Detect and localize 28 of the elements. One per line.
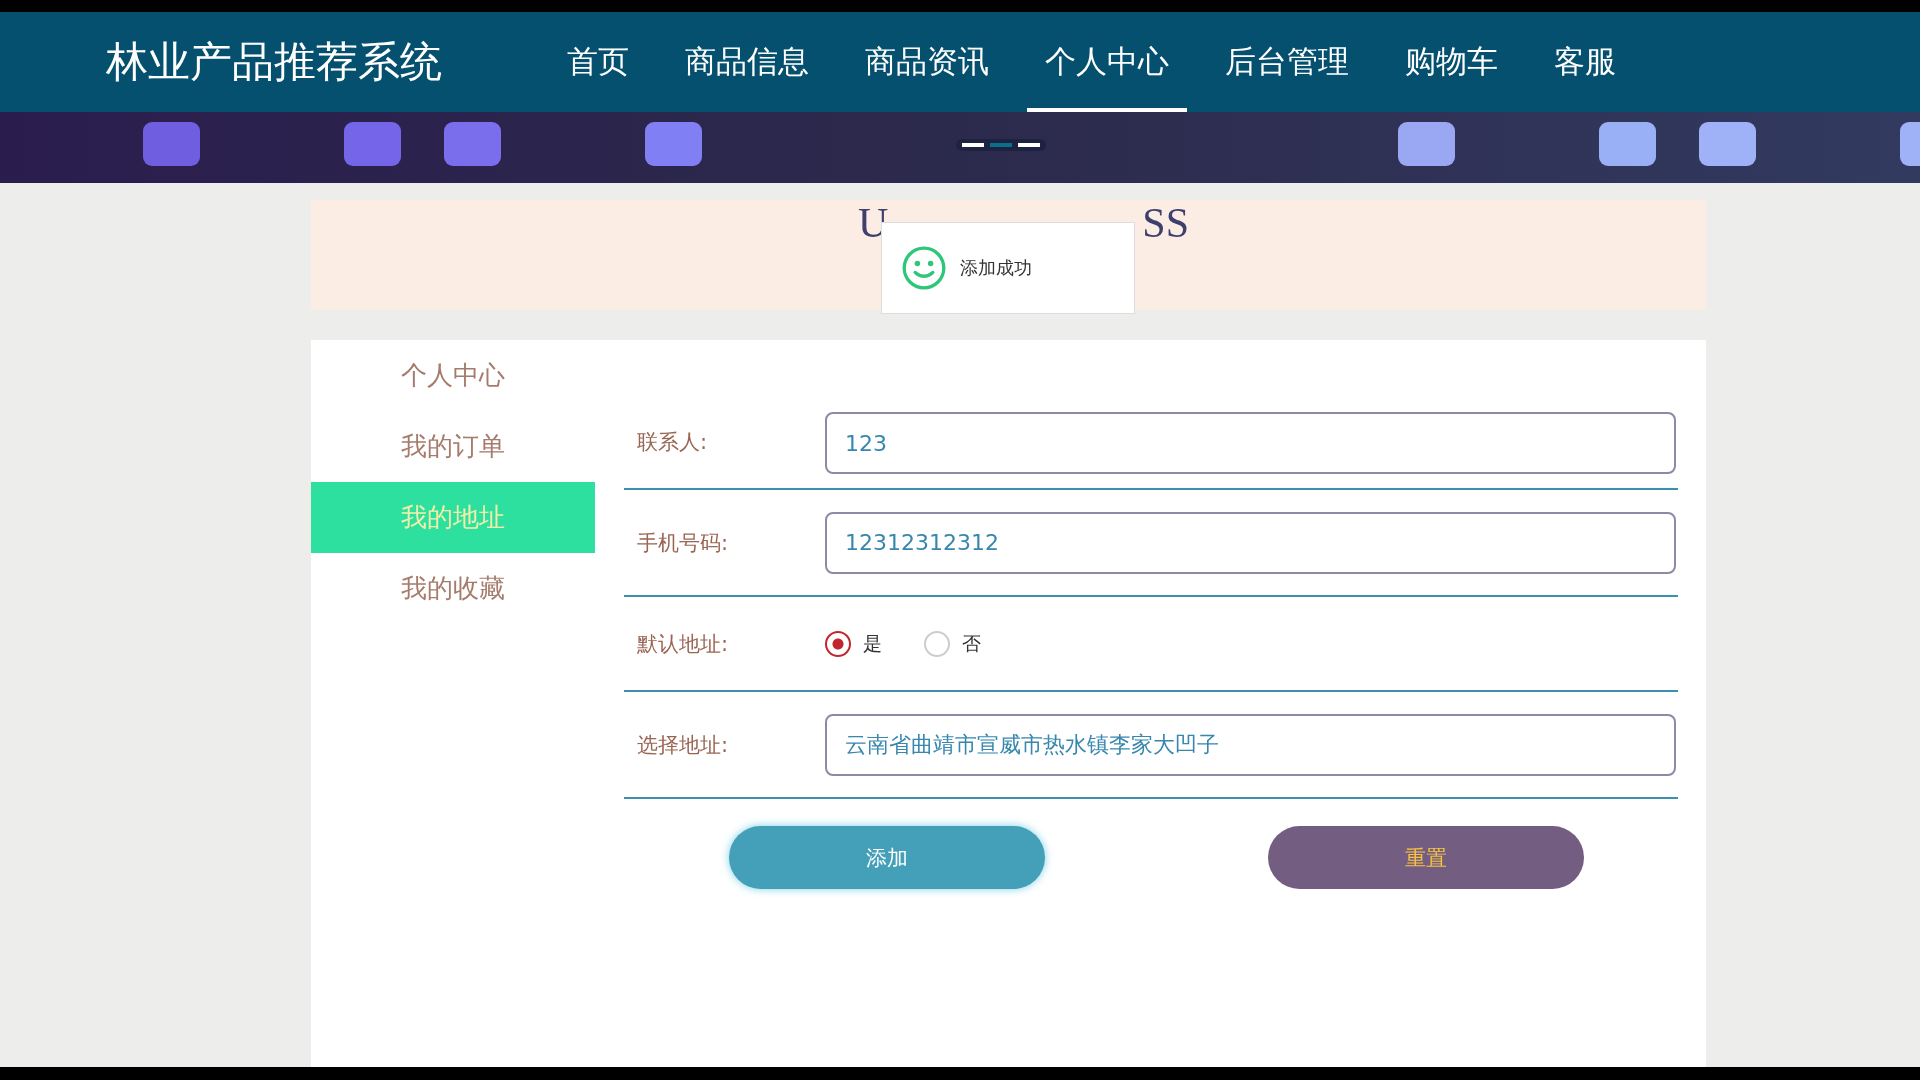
field-label: 联系人: xyxy=(636,429,709,456)
carousel-indicator[interactable] xyxy=(1018,143,1040,147)
field-label: 手机号码: xyxy=(636,529,730,557)
field-label: 选择地址: xyxy=(636,731,730,759)
sidebar-item[interactable]: 我的收藏 xyxy=(311,553,595,624)
toast-message: 添加成功 xyxy=(960,256,1032,280)
input-field[interactable]: 云南省曲靖市宣威市热水镇李家大凹子 xyxy=(825,713,1676,776)
carousel-indicator[interactable] xyxy=(990,143,1012,147)
nav-item[interactable]: 商品资讯 xyxy=(847,12,1007,112)
nav-item[interactable]: 购物车 xyxy=(1387,12,1516,112)
smiley-icon xyxy=(902,246,946,290)
sidebar-item[interactable]: 个人中心 xyxy=(311,340,595,411)
nav-item[interactable]: 客服 xyxy=(1536,12,1634,112)
input-field[interactable]: 123 xyxy=(825,412,1676,474)
site-title: 林业产品推荐系统 xyxy=(106,36,443,88)
radio-label: 是 xyxy=(863,630,882,656)
nav-item[interactable]: 商品信息 xyxy=(667,12,827,112)
nav-item[interactable]: 后台管理 xyxy=(1207,12,1367,112)
sidebar-item[interactable]: 我的订单 xyxy=(311,411,595,482)
nav-item[interactable]: 首页 xyxy=(549,12,647,112)
section-title: SS xyxy=(1142,200,1190,248)
carousel-indicator[interactable] xyxy=(962,143,984,147)
radio-label: 否 xyxy=(962,630,981,656)
add-button[interactable]: 添加 xyxy=(729,826,1045,889)
reset-button[interactable]: 重置 xyxy=(1268,826,1584,889)
field-label: 默认地址: xyxy=(636,630,730,658)
radio-button[interactable] xyxy=(825,630,851,657)
input-field[interactable]: 12312312312 xyxy=(825,511,1676,574)
